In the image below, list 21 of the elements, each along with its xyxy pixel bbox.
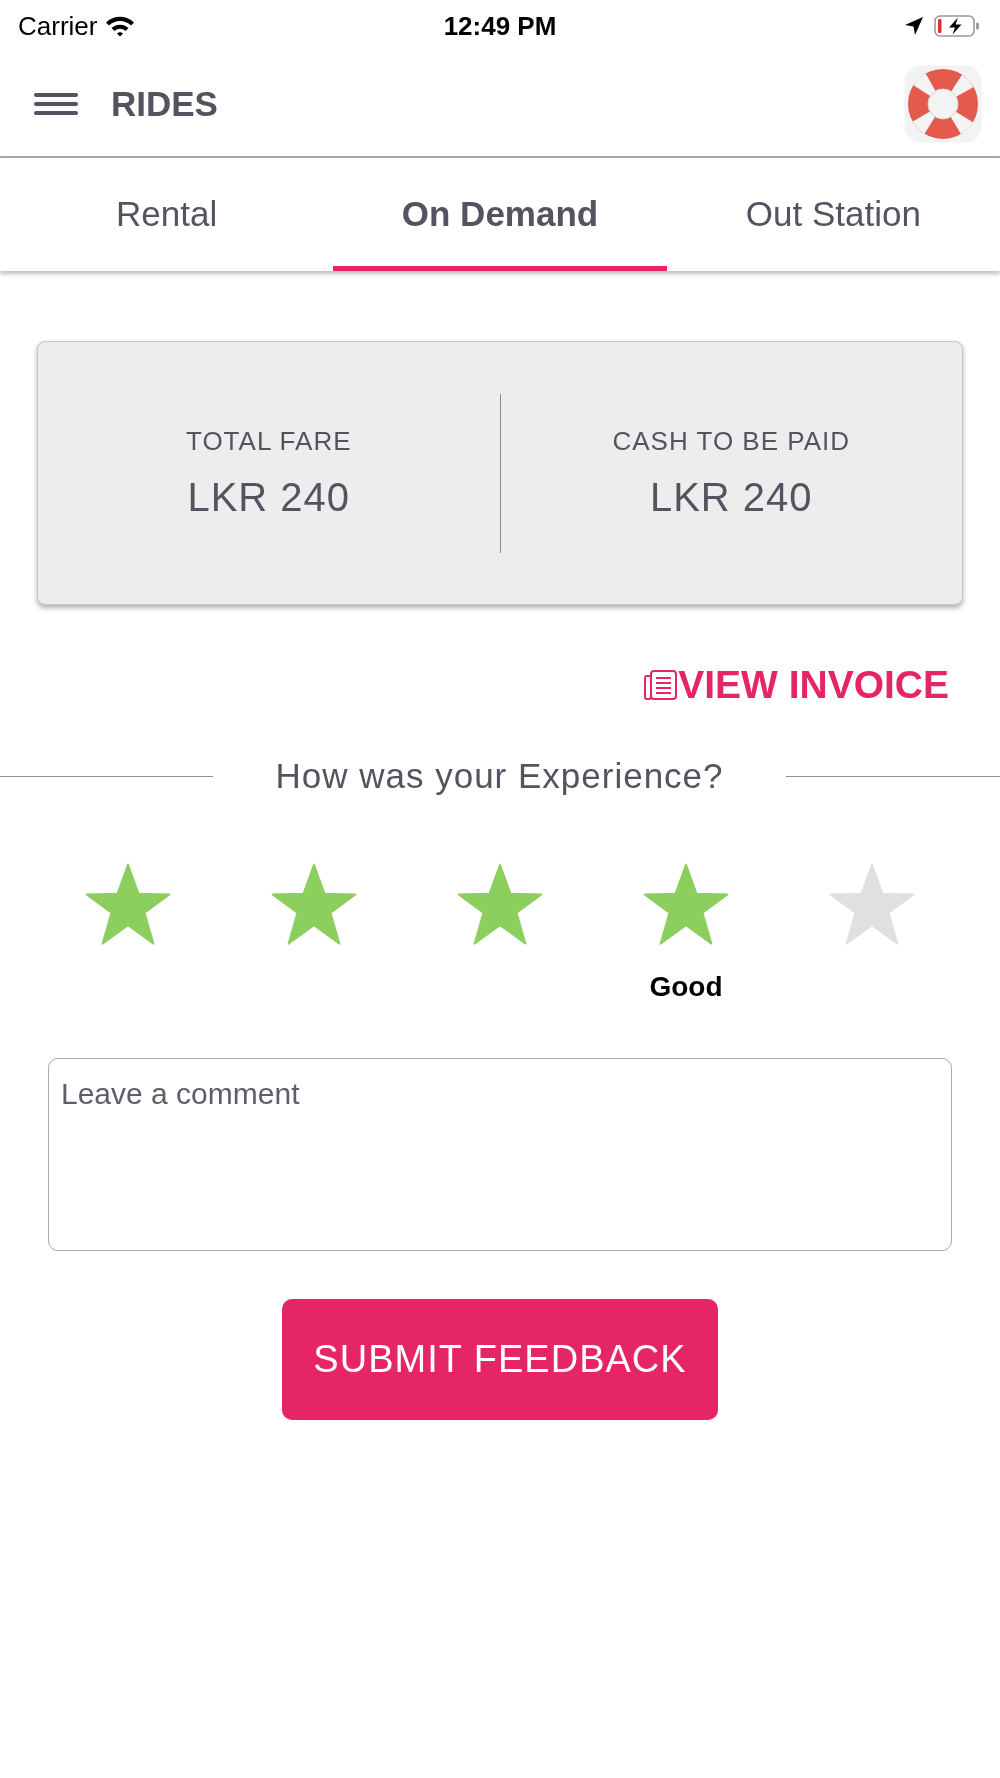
fare-amount: LKR 240 [649,474,813,520]
fare-label: TOTAL FARE [185,426,352,456]
rating-label: Good [649,971,723,1003]
experience-question: How was your Experience? [275,754,724,797]
document-icon [644,669,679,701]
battery-charging-icon [934,15,980,37]
carrier-name: Carrier [18,9,98,43]
submit-feedback-button[interactable]: SUBMIT FEEDBACK [282,1299,718,1420]
clock-time: 12:49 PM [443,9,557,43]
location-arrow-icon [904,16,924,36]
fare-label: CASH TO BE PAID [612,426,850,456]
lifebuoy-icon[interactable] [904,65,982,143]
comment-field[interactable]: Leave a comment [48,1058,952,1251]
tab[interactable]: On Demand [333,158,667,271]
wifi-icon [105,15,136,37]
menu-icon [34,91,78,117]
fare-amount: LKR 240 [187,474,351,520]
page-title: RIDES [111,82,218,125]
view-invoice-link[interactable]: VIEW INVOICE [644,662,949,708]
tab[interactable]: Out Station [666,158,1000,271]
tab[interactable]: Rental [0,158,334,271]
